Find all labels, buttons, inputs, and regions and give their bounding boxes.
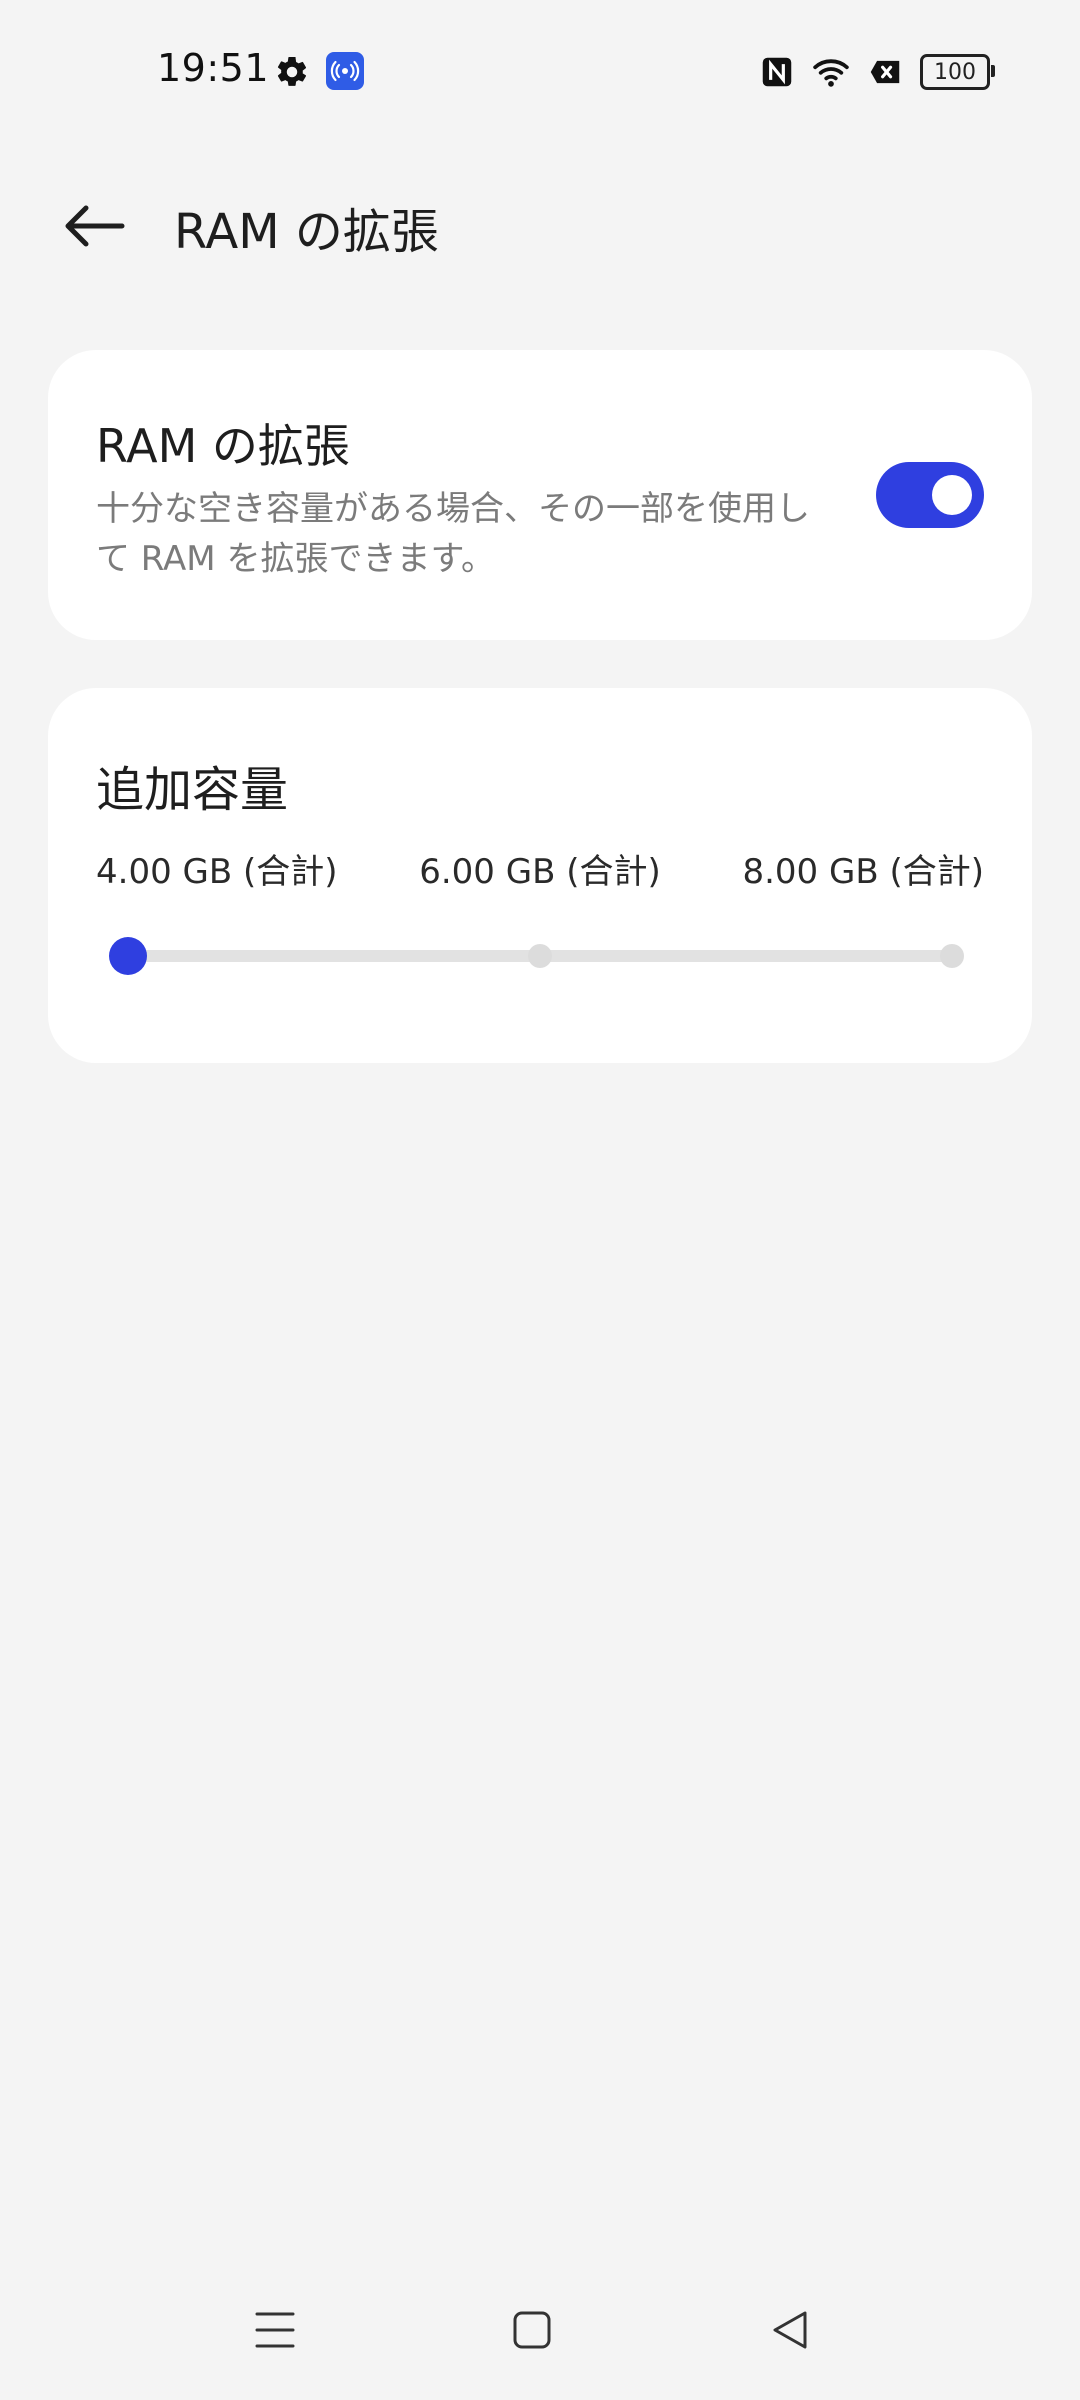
- additional-capacity-title: 追加容量: [96, 762, 289, 818]
- nav-back-button[interactable]: [750, 2290, 830, 2370]
- nfc-icon: [762, 57, 792, 87]
- ram-expansion-card[interactable]: RAM の拡張 十分な空き容量がある場合、その一部を使用して RAM を拡張でき…: [48, 350, 1032, 640]
- slider-thumb[interactable]: [109, 937, 147, 975]
- capacity-labels: 4.00 GB (合計) 6.00 GB (合計) 8.00 GB (合計): [96, 844, 984, 893]
- additional-capacity-card: 追加容量 4.00 GB (合計) 6.00 GB (合計) 8.00 GB (…: [48, 688, 1032, 1063]
- navigation-bar: [0, 2260, 1080, 2400]
- page-title: RAM の拡張: [174, 204, 439, 260]
- no-sim-icon: [870, 60, 900, 84]
- app-header: RAM の拡張: [0, 170, 1080, 280]
- battery-level: 100: [934, 59, 976, 85]
- hotspot-icon: [326, 52, 364, 90]
- capacity-slider[interactable]: [109, 937, 964, 975]
- home-icon: [513, 2311, 551, 2349]
- ram-expansion-switch[interactable]: [876, 462, 984, 528]
- slider-stop-6gb[interactable]: [528, 944, 552, 968]
- status-bar: 19:51 100: [0, 0, 1080, 140]
- home-button[interactable]: [492, 2290, 572, 2370]
- recent-apps-button[interactable]: [235, 2290, 315, 2370]
- back-button[interactable]: [56, 194, 132, 258]
- wifi-icon: [813, 59, 849, 87]
- screen: 19:51 100 RAM の拡張 RAM の拡張 十分な空き容量がある場合、そ…: [0, 0, 1080, 2400]
- ram-expansion-description: 十分な空き容量がある場合、その一部を使用して RAM を拡張できます。: [96, 489, 810, 579]
- ram-expansion-title: RAM の拡張: [96, 419, 350, 473]
- status-time: 19:51: [157, 46, 270, 90]
- capacity-option-8gb[interactable]: 8.00 GB (合計): [742, 844, 984, 893]
- slider-stop-8gb[interactable]: [940, 944, 964, 968]
- switch-knob: [932, 475, 972, 515]
- capacity-option-4gb[interactable]: 4.00 GB (合計): [96, 844, 338, 893]
- gear-icon: [277, 56, 307, 86]
- capacity-option-6gb[interactable]: 6.00 GB (合計): [419, 844, 661, 893]
- menu-icon: [255, 2312, 295, 2348]
- battery-icon: 100: [920, 54, 995, 90]
- status-right-icons: 100: [758, 52, 995, 92]
- back-triangle-icon: [773, 2311, 807, 2349]
- arrow-left-icon: [65, 205, 125, 247]
